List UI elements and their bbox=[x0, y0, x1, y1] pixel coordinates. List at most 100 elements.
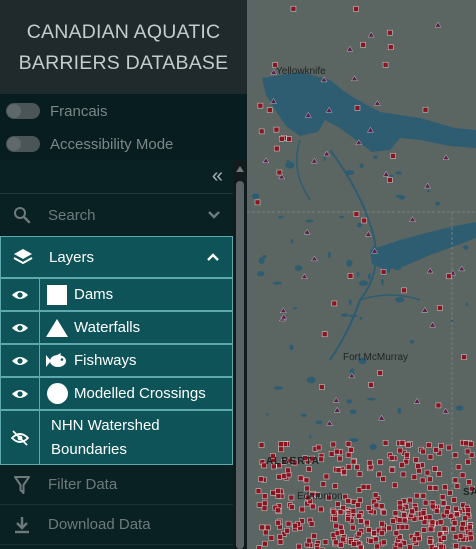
dam-marker bbox=[270, 490, 276, 496]
small-lake bbox=[251, 193, 260, 200]
dam-marker bbox=[275, 493, 282, 499]
dam-marker bbox=[268, 535, 275, 541]
dam-marker bbox=[366, 459, 373, 466]
dam-marker bbox=[453, 505, 459, 512]
waterfall-marker bbox=[442, 154, 450, 160]
dam-marker bbox=[275, 488, 281, 494]
dam-marker bbox=[468, 535, 474, 542]
waterfall-marker bbox=[332, 397, 340, 403]
small-lake bbox=[257, 271, 265, 277]
eye-icon[interactable] bbox=[1, 312, 40, 343]
dam-marker bbox=[337, 509, 344, 515]
eye-icon[interactable] bbox=[1, 378, 40, 409]
search-section-header[interactable]: Search bbox=[0, 194, 233, 236]
dam-marker bbox=[277, 534, 284, 540]
accessibility-toggle-row[interactable]: Accessibility Mode bbox=[6, 133, 173, 155]
layer-item-waterfalls[interactable]: Waterfalls bbox=[0, 311, 233, 344]
dam-marker bbox=[397, 500, 403, 506]
dam-marker bbox=[354, 105, 361, 111]
dam-marker bbox=[273, 145, 280, 152]
small-lake bbox=[285, 161, 295, 169]
small-lake bbox=[301, 413, 307, 417]
dam-marker bbox=[335, 501, 341, 507]
filter-data-button[interactable]: Filter Data bbox=[0, 465, 233, 505]
scrollbar-thumb[interactable] bbox=[236, 181, 244, 549]
dam-marker bbox=[256, 502, 263, 508]
double-chevron-left-icon[interactable]: « bbox=[212, 165, 223, 188]
dam-marker bbox=[299, 506, 306, 513]
dam-marker bbox=[372, 536, 379, 543]
dam-marker bbox=[436, 471, 442, 477]
layer-item-nhn-watershed-boundaries[interactable]: NHN Watershed Boundaries bbox=[0, 410, 233, 465]
small-lake bbox=[292, 307, 298, 310]
layer-item-modelled-crossings[interactable]: Modelled Crossings bbox=[0, 377, 233, 410]
dam-marker bbox=[278, 136, 285, 142]
layer-item-dams[interactable]: Dams bbox=[0, 278, 233, 311]
dam-marker bbox=[444, 509, 450, 515]
dam-marker bbox=[276, 474, 282, 480]
waterfall-marker bbox=[374, 100, 381, 106]
dam-marker bbox=[354, 464, 360, 471]
collapse-sidebar-button[interactable]: « bbox=[0, 160, 233, 194]
dam-marker bbox=[425, 442, 432, 448]
dam-marker bbox=[261, 493, 268, 499]
waterfall-marker bbox=[442, 407, 450, 414]
small-lake bbox=[359, 163, 364, 168]
small-lake bbox=[315, 420, 323, 425]
dam-marker bbox=[387, 44, 394, 51]
sidebar-scrollbar[interactable] bbox=[233, 160, 247, 549]
dam-marker bbox=[311, 533, 317, 539]
layer-label-dams: Dams bbox=[74, 286, 114, 303]
triangle-icon bbox=[40, 312, 74, 343]
small-lake bbox=[359, 316, 363, 320]
app-title-line2: BARRIERS DATABASE bbox=[18, 52, 229, 74]
download-data-button[interactable]: Download Data bbox=[0, 505, 233, 545]
circle-icon bbox=[40, 378, 74, 409]
small-lake bbox=[395, 194, 403, 198]
dam-marker bbox=[463, 440, 469, 447]
dam-marker bbox=[315, 444, 322, 451]
waterfall-marker bbox=[333, 406, 341, 413]
dam-marker bbox=[387, 29, 393, 36]
dam-marker bbox=[404, 452, 410, 458]
small-lake bbox=[349, 409, 357, 414]
dam-marker bbox=[414, 531, 421, 537]
scroll-up-arrow-icon[interactable] bbox=[236, 166, 244, 172]
eye-slash-icon[interactable] bbox=[1, 411, 40, 464]
waterfall-marker bbox=[409, 216, 416, 222]
dam-marker bbox=[290, 5, 297, 12]
francais-toggle-switch[interactable] bbox=[6, 103, 40, 119]
layer-item-fishways[interactable]: Fishways bbox=[0, 344, 233, 377]
layers-section-header[interactable]: Layers bbox=[0, 236, 233, 278]
dam-marker bbox=[382, 440, 389, 446]
dam-marker bbox=[361, 217, 368, 224]
francais-toggle-row[interactable]: Francais bbox=[6, 100, 108, 122]
dam-marker bbox=[447, 489, 453, 496]
waterfall-marker bbox=[326, 420, 333, 426]
dam-marker bbox=[366, 505, 372, 511]
dam-marker bbox=[413, 457, 419, 463]
map-label-alberta: ALBERTA bbox=[266, 456, 321, 467]
dam-marker bbox=[452, 477, 459, 484]
dam-marker bbox=[461, 354, 467, 360]
dam-marker bbox=[380, 476, 386, 482]
dam-marker bbox=[414, 492, 420, 499]
dam-marker bbox=[257, 102, 264, 109]
dam-marker bbox=[379, 530, 385, 536]
dam-marker bbox=[390, 152, 396, 159]
dam-marker bbox=[377, 370, 383, 376]
dam-marker bbox=[446, 444, 452, 451]
layer-label-fishways: Fishways bbox=[74, 352, 137, 369]
download-icon bbox=[0, 516, 44, 534]
waterfall-marker bbox=[367, 31, 375, 38]
small-lake bbox=[367, 397, 376, 401]
eye-icon[interactable] bbox=[1, 345, 40, 376]
dam-marker bbox=[353, 211, 360, 217]
small-lake bbox=[427, 189, 431, 192]
dam-marker bbox=[275, 519, 281, 526]
dam-marker bbox=[405, 442, 411, 448]
dam-marker bbox=[468, 441, 474, 447]
dam-marker bbox=[288, 494, 295, 501]
eye-icon[interactable] bbox=[1, 279, 40, 310]
accessibility-toggle-switch[interactable] bbox=[6, 136, 40, 152]
